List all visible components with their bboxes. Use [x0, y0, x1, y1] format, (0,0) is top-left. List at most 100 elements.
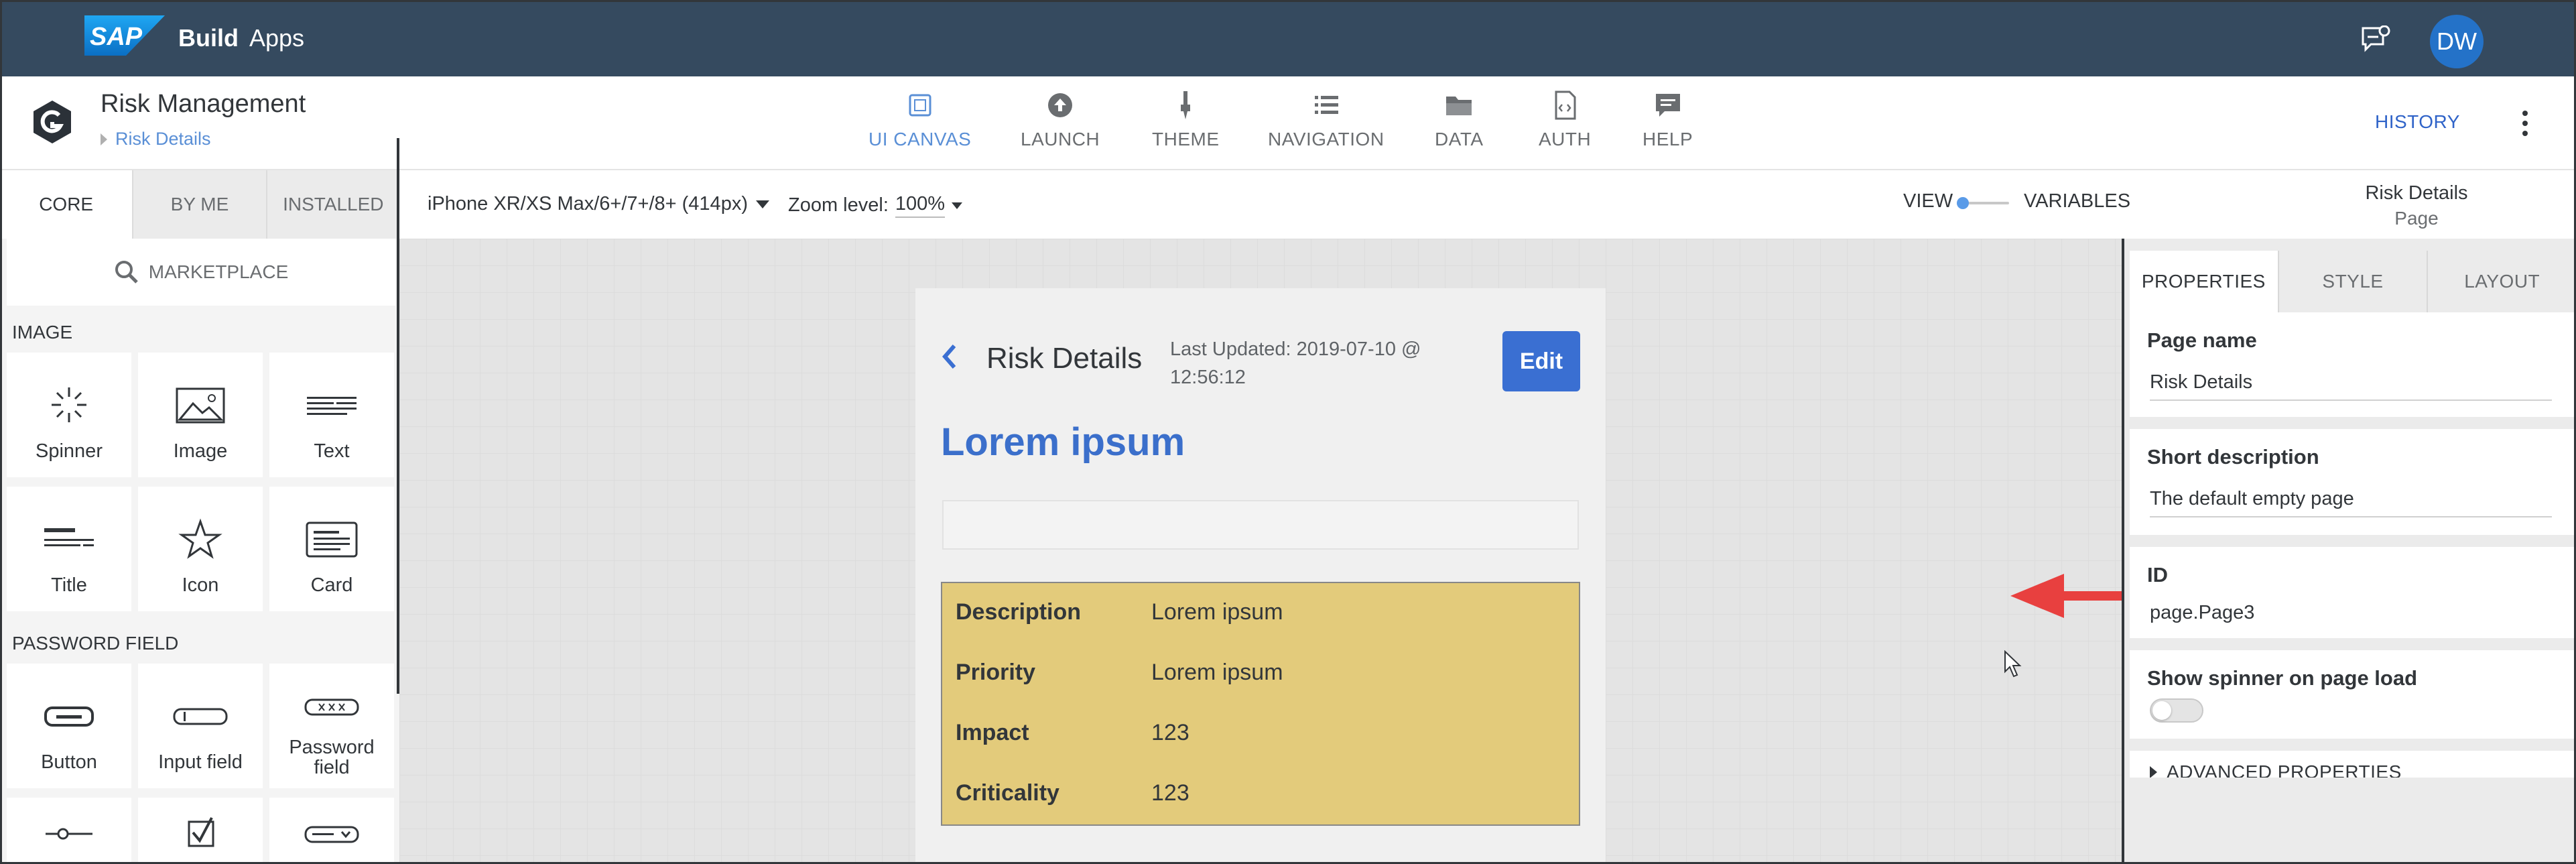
properties-panel: PROPERTIES STYLE LAYOUT Page name Risk D… — [2124, 239, 2576, 864]
view-mode-label[interactable]: VIEW — [1903, 190, 1953, 212]
properties-tabs: PROPERTIES STYLE LAYOUT — [2130, 251, 2576, 312]
section-title-image: IMAGE — [12, 322, 73, 343]
breadcrumb-item[interactable]: Risk Details — [115, 129, 211, 149]
ui-canvas[interactable]: Risk Details Last Updated: 2019-07-10 @ … — [399, 239, 2431, 864]
component-tile-spinner[interactable]: Spinner — [7, 353, 131, 477]
spinner-toggle-switch[interactable] — [2150, 698, 2203, 723]
component-tile-text[interactable]: Text — [269, 353, 394, 477]
page-name-input[interactable]: Risk Details — [2150, 371, 2252, 393]
button-icon — [44, 706, 94, 727]
component-tile-dropdown[interactable] — [269, 798, 394, 864]
tab-installed[interactable]: INSTALLED — [267, 170, 399, 239]
tab-style[interactable]: STYLE — [2277, 251, 2427, 312]
component-tile-card[interactable]: Card — [269, 487, 394, 611]
last-updated-text: Last Updated: 2019-07-10 @ 12:56:12 — [1170, 338, 1421, 388]
canvas-toolbar: iPhone XR/XS Max/6+/7+/8+ (414px) Zoom l… — [399, 170, 2576, 239]
id-value: page.Page3 — [2150, 602, 2255, 623]
help-chat-icon — [1655, 94, 1680, 117]
advanced-properties-section[interactable]: ADVANCED PROPERTIES — [2130, 751, 2576, 778]
chevron-down-icon — [952, 202, 963, 209]
list-icon — [1314, 96, 1338, 114]
search-icon — [115, 261, 138, 284]
code-file-icon — [1555, 90, 1576, 120]
nav-tab-theme[interactable]: THEME — [1152, 90, 1220, 164]
nav-tab-ui-canvas[interactable]: UI CANVAS — [868, 90, 971, 164]
back-chevron-icon[interactable] — [941, 343, 958, 370]
input-underline — [2150, 516, 2552, 517]
library-tabs: CORE BY ME INSTALLED — [0, 170, 399, 239]
breadcrumb[interactable]: Risk Details — [101, 129, 211, 149]
empty-input-field[interactable] — [942, 500, 1579, 550]
product-name-build: Build — [178, 24, 239, 52]
upload-icon — [1048, 93, 1073, 117]
chevron-down-icon — [755, 200, 769, 208]
card-row: Priority Lorem ipsum — [956, 660, 1283, 685]
heading-text: Lorem ipsum — [941, 420, 1185, 464]
variables-mode-label[interactable]: VARIABLES — [2024, 190, 2130, 212]
tab-properties[interactable]: PROPERTIES — [2130, 251, 2278, 312]
nav-tab-help[interactable]: HELP — [1643, 90, 1693, 164]
component-tile-image[interactable]: Image — [138, 353, 263, 477]
svg-text:SAP: SAP — [90, 23, 143, 51]
selected-page-title: Risk Details — [2365, 182, 2468, 204]
title-icon — [44, 528, 94, 546]
app-title: Risk Management — [101, 90, 306, 118]
card-row: Criticality 123 — [956, 780, 1189, 806]
page-name-label: Page name — [2147, 328, 2257, 352]
dropdown-icon — [304, 826, 359, 843]
breadcrumb-caret-icon — [101, 133, 107, 145]
card-row: Impact 123 — [956, 720, 1189, 745]
tab-by-me[interactable]: BY ME — [133, 170, 267, 239]
details-card[interactable]: Description Lorem ipsum Priority Lorem i… — [941, 582, 1580, 826]
history-link[interactable]: HISTORY — [2375, 111, 2460, 133]
component-tile-icon[interactable]: Icon — [138, 487, 263, 611]
spinner-setting-label: Show spinner on page load — [2147, 666, 2418, 690]
page-name-field: Page name Risk Details — [2130, 312, 2576, 417]
view-variables-toggle[interactable] — [1955, 196, 2010, 210]
device-selector[interactable]: iPhone XR/XS Max/6+/7+/8+ (414px) — [428, 193, 769, 215]
spinner-icon — [52, 387, 86, 422]
section-title-password-field: PASSWORD FIELD — [12, 633, 179, 654]
zoom-selector[interactable]: Zoom level: 100% — [788, 193, 963, 218]
user-avatar[interactable]: DW — [2430, 15, 2484, 68]
card-icon — [306, 521, 358, 558]
star-icon — [178, 518, 222, 559]
checkbox-icon — [188, 817, 214, 847]
component-tile-title[interactable]: Title — [7, 487, 131, 611]
edit-button[interactable]: Edit — [1502, 331, 1580, 391]
canvas-icon — [909, 94, 931, 117]
text-lines-icon — [307, 397, 357, 415]
tab-layout[interactable]: LAYOUT — [2427, 251, 2576, 312]
input-field-icon — [173, 708, 228, 725]
nav-tab-navigation[interactable]: NAVIGATION — [1268, 90, 1384, 164]
id-label: ID — [2147, 563, 2168, 587]
component-tile-checkbox[interactable] — [138, 798, 263, 864]
shell-bar: SAP Build Apps DW — [0, 0, 2576, 76]
feedback-chat-icon[interactable] — [2360, 25, 2391, 54]
mouse-cursor-icon — [2004, 650, 2022, 678]
short-description-input[interactable]: The default empty page — [2150, 488, 2354, 510]
sap-logo[interactable]: SAP — [84, 15, 165, 56]
id-field: ID page.Page3 — [2130, 547, 2576, 638]
component-tile-password-field[interactable]: Password field — [269, 664, 394, 788]
zoom-value: 100% — [895, 193, 946, 218]
component-tile-slider[interactable] — [7, 798, 131, 864]
short-description-field: Short description The default empty page — [2130, 429, 2576, 535]
app-header: Risk Management Risk Details UI CANVAS L… — [0, 76, 2576, 170]
nav-tab-auth[interactable]: AUTH — [1539, 90, 1591, 164]
component-tile-button[interactable]: Button — [7, 664, 131, 788]
nav-tab-launch[interactable]: LAUNCH — [1021, 90, 1100, 164]
marketplace-button[interactable]: MARKETPLACE — [7, 239, 395, 306]
tab-core[interactable]: CORE — [0, 170, 134, 239]
page-title: Risk Details — [986, 342, 1143, 375]
short-description-label: Short description — [2147, 445, 2319, 469]
advanced-properties-label: ADVANCED PROPERTIES — [2167, 761, 2402, 778]
expand-caret-icon — [2150, 766, 2157, 778]
component-library-panel: CORE BY ME INSTALLED MARKETPLACE IMAGE S… — [0, 170, 399, 864]
phone-preview[interactable]: Risk Details Last Updated: 2019-07-10 @ … — [915, 288, 1606, 864]
more-options-icon[interactable] — [2521, 110, 2529, 137]
product-name-apps: Apps — [249, 24, 305, 52]
nav-tab-data[interactable]: DATA — [1435, 90, 1484, 164]
app-logo-icon[interactable] — [29, 99, 75, 145]
component-tile-input-field[interactable]: Input field — [138, 664, 263, 788]
